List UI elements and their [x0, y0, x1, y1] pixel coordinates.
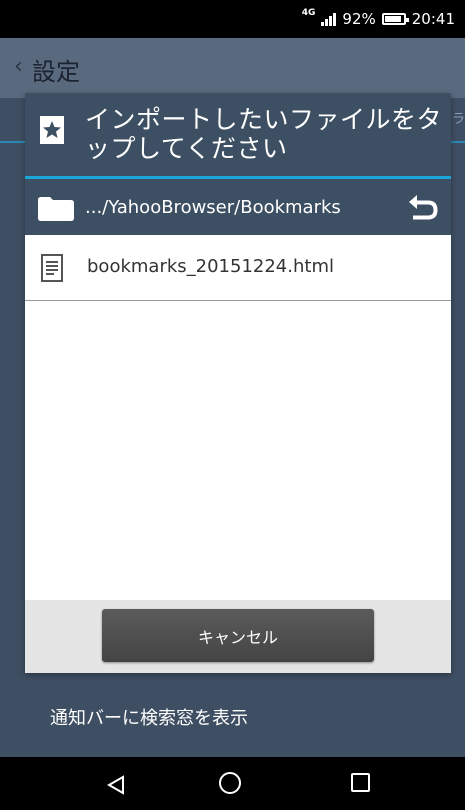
page-title: 設定 [32, 58, 80, 86]
path-bar: .../YahooBrowser/Bookmarks [25, 179, 451, 235]
background-tab-label: ラ [451, 112, 465, 127]
setting-row-search-bar[interactable]: 通知バーに検索窓を表示 [50, 704, 248, 730]
dialog-footer: キャンセル [25, 600, 451, 673]
status-icons: 4G 92% 20:41 [302, 0, 455, 38]
cancel-button[interactable]: キャンセル [102, 609, 374, 662]
back-chevron-icon[interactable]: ‹ [14, 54, 23, 79]
file-icon [41, 254, 63, 282]
current-path: .../YahooBrowser/Bookmarks [85, 197, 341, 218]
up-arrow-icon[interactable] [407, 193, 439, 221]
app-header: ‹ 設定 [0, 38, 465, 98]
folder-icon [38, 197, 74, 221]
nav-home-icon[interactable] [219, 772, 241, 794]
file-item[interactable]: bookmarks_20151224.html [25, 235, 451, 301]
nav-bar [0, 757, 465, 810]
battery-percent: 92% [342, 10, 376, 28]
file-list: bookmarks_20151224.html [25, 235, 451, 600]
signal-icon [321, 12, 337, 26]
bookmark-star-icon [40, 116, 64, 144]
battery-icon [381, 13, 409, 25]
import-dialog: インポートしたいファイルをタップしてください .../YahooBrowser/… [25, 93, 451, 673]
status-bar: 4G 92% 20:41 [0, 0, 465, 38]
file-name: bookmarks_20151224.html [87, 256, 334, 277]
dialog-title: インポートしたいファイルをタップしてください [85, 105, 443, 163]
clock: 20:41 [411, 10, 455, 28]
network-type: 4G [301, 8, 316, 18]
nav-recent-icon[interactable] [351, 773, 370, 792]
dialog-header: インポートしたいファイルをタップしてください [25, 93, 451, 176]
nav-back-icon[interactable] [106, 775, 126, 795]
